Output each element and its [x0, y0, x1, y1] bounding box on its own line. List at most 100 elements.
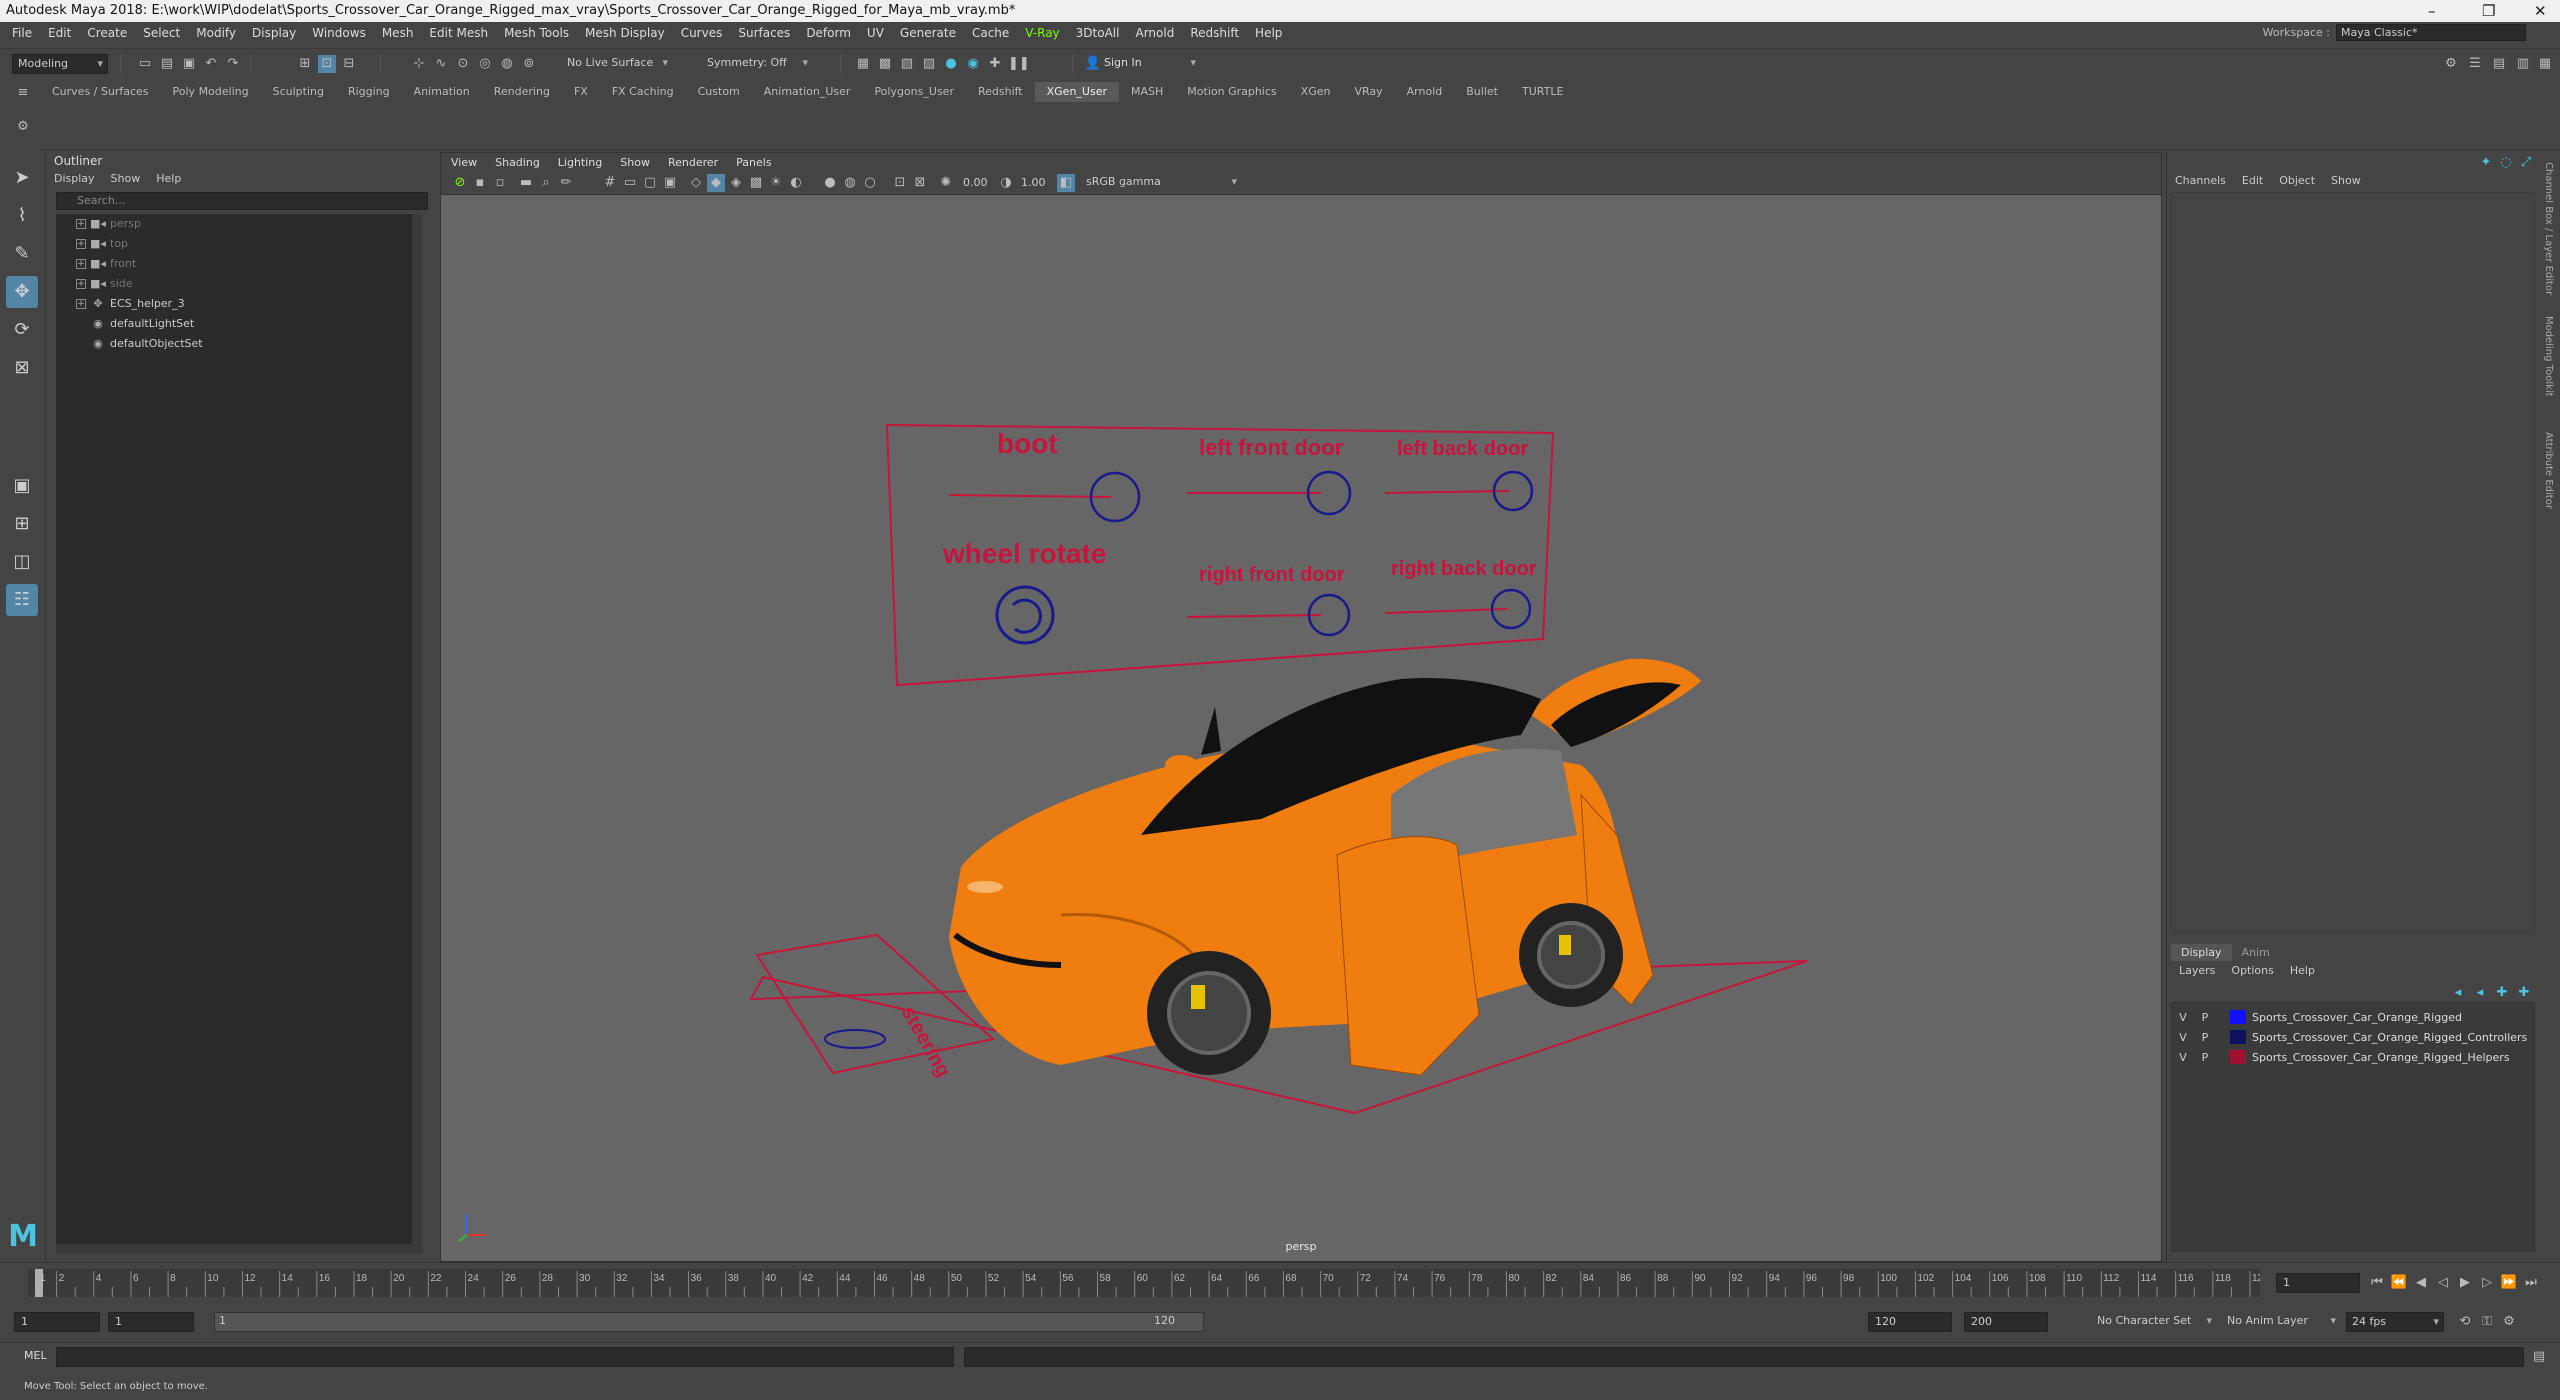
layer-color-swatch[interactable] — [2230, 1030, 2246, 1044]
move-layer-down-icon[interactable]: ◂ — [2471, 984, 2489, 1002]
playback-end-field[interactable]: 120 — [1868, 1312, 1952, 1332]
save-scene-icon[interactable]: ▣ — [180, 55, 198, 73]
menu-vray[interactable]: V-Ray — [1017, 26, 1067, 40]
layer-playback-toggle[interactable]: P — [2194, 1031, 2216, 1044]
time-slider-track[interactable]: 1246810121416182022242628303234363840424… — [28, 1269, 2269, 1297]
attribute-editor-icon[interactable]: ☰ — [2466, 55, 2484, 73]
anti-aliasing-icon[interactable]: ○ — [861, 174, 879, 192]
outliner-horizontal-scrollbar[interactable] — [56, 1244, 422, 1254]
new-layer-icon[interactable]: ✚ — [2515, 984, 2533, 1002]
outliner-menu-help[interactable]: Help — [156, 172, 181, 185]
viewport-menu-shading[interactable]: Shading — [495, 156, 540, 169]
menu-modify[interactable]: Modify — [188, 26, 244, 40]
ambient-occlusion-icon[interactable]: ● — [821, 174, 839, 192]
range-slider-bar[interactable]: 1 120 — [214, 1312, 1204, 1332]
menu-windows[interactable]: Windows — [304, 26, 374, 40]
textured-icon[interactable]: ▩ — [747, 174, 765, 192]
car-side-mirror[interactable] — [1165, 755, 1197, 775]
channel-box-refresh-icon[interactable]: ◌ — [2497, 154, 2515, 172]
gamma-value[interactable]: 1.00 — [1021, 176, 1046, 189]
viewport-menu-panels[interactable]: Panels — [736, 156, 771, 169]
go-to-end-icon[interactable]: ⏭ — [2522, 1274, 2540, 1292]
modeling-toolkit-icon[interactable]: ⚙ — [2442, 55, 2460, 73]
layer-visibility-toggle[interactable]: V — [2172, 1031, 2194, 1044]
menu-surfaces[interactable]: Surfaces — [730, 26, 798, 40]
render-view-icon[interactable]: ▨ — [920, 55, 938, 73]
vray-frame-buffer-icon[interactable]: ✚ — [986, 55, 1004, 73]
bookmarks-icon[interactable]: ▫ — [491, 174, 509, 192]
shelf-tab-rigging[interactable]: Rigging — [336, 82, 402, 102]
outliner-toggle-icon[interactable]: ▦ — [2536, 55, 2554, 73]
side-tab-channel-box[interactable]: Channel Box / Layer Editor — [2543, 162, 2554, 295]
step-forward-key-icon[interactable]: ⏩ — [2500, 1274, 2518, 1292]
close-button[interactable]: ✕ — [2534, 0, 2547, 22]
select-tool-icon[interactable]: ➤ — [6, 162, 38, 194]
layer-tab-anim[interactable]: Anim — [2232, 944, 2280, 961]
side-tab-attribute-editor[interactable]: Attribute Editor — [2543, 432, 2554, 509]
menu-create[interactable]: Create — [79, 26, 135, 40]
color-space-dropdown[interactable]: sRGB gamma — [1081, 173, 1241, 193]
shelf-settings-icon[interactable]: ⚙ — [14, 118, 32, 136]
animation-start-field[interactable]: 1 — [14, 1312, 100, 1332]
car-front-door-open[interactable] — [1336, 836, 1480, 1076]
fps-dropdown[interactable]: 24 fps — [2346, 1312, 2444, 1332]
lights-icon[interactable]: ☀ — [767, 174, 785, 192]
menu-mesh-display[interactable]: Mesh Display — [577, 26, 673, 40]
channel-box-menu-object[interactable]: Object — [2279, 174, 2315, 187]
shelf-tab-xgen[interactable]: XGen — [1289, 82, 1343, 102]
live-surface-dropdown[interactable]: No Live Surface — [562, 54, 672, 74]
new-layer-from-selected-icon[interactable]: ✚ — [2493, 984, 2511, 1002]
channel-box-option-icon[interactable]: ✦ — [2477, 154, 2495, 172]
wheel-rotate-controller[interactable] — [995, 585, 1055, 645]
shelf-menu-icon[interactable]: ≡ — [14, 84, 32, 102]
smooth-shade-icon[interactable]: ◆ — [707, 174, 725, 192]
snap-point-icon[interactable]: ⊙ — [454, 55, 472, 73]
menu-mesh[interactable]: Mesh — [374, 26, 422, 40]
current-time-indicator[interactable] — [35, 1269, 43, 1297]
menu-display[interactable]: Display — [244, 26, 304, 40]
animation-end-field[interactable]: 200 — [1964, 1312, 2048, 1332]
menu-set-dropdown[interactable]: Modeling — [12, 54, 108, 74]
outliner-item-top[interactable]: + ■◂ top — [76, 234, 128, 254]
shelf-tab-fx[interactable]: FX — [562, 82, 600, 102]
snap-projected-icon[interactable]: ◎ — [476, 55, 494, 73]
menu-uv[interactable]: UV — [859, 26, 892, 40]
layer-playback-toggle[interactable]: P — [2194, 1051, 2216, 1064]
image-plane-icon[interactable]: ▬ — [517, 174, 535, 192]
film-gate-icon[interactable]: ▭ — [621, 174, 639, 192]
workspace-dropdown[interactable]: Maya Classic* — [2336, 24, 2526, 41]
move-layer-up-icon[interactable]: ◂ — [2449, 984, 2467, 1002]
outliner-menu-show[interactable]: Show — [111, 172, 141, 185]
outliner-item-default-light-set[interactable]: ◉ defaultLightSet — [90, 314, 194, 334]
exposure-value[interactable]: 0.00 — [963, 176, 988, 189]
menu-edit[interactable]: Edit — [40, 26, 79, 40]
layer-menu-help[interactable]: Help — [2290, 964, 2315, 977]
isolate-select-icon[interactable]: ⊡ — [891, 174, 909, 192]
select-camera-icon[interactable]: ⊘ — [451, 174, 469, 192]
viewport-scene[interactable]: steering boot left front door left back … — [441, 195, 2161, 1261]
tool-settings-icon[interactable]: ▤ — [2490, 55, 2508, 73]
expand-icon[interactable]: + — [76, 299, 86, 309]
shelf-tab-turtle[interactable]: TURTLE — [1510, 82, 1575, 102]
color-management-icon[interactable]: ◧ — [1057, 174, 1075, 192]
menu-file[interactable]: File — [4, 26, 40, 40]
snap-curve-icon[interactable]: ∿ — [432, 55, 450, 73]
wireframe-icon[interactable]: ◇ — [687, 174, 705, 192]
paint-select-tool-icon[interactable]: ✎ — [6, 238, 38, 270]
grease-pencil-icon[interactable]: ✏ — [557, 174, 575, 192]
channel-box-menu-channels[interactable]: Channels — [2175, 174, 2226, 187]
auto-key-icon[interactable]: ⚿ — [2478, 1313, 2496, 1331]
viewport-menu-lighting[interactable]: Lighting — [558, 156, 602, 169]
layer-row[interactable]: V P Sports_Crossover_Car_Orange_Rigged_H… — [2172, 1047, 2534, 1067]
select-object-icon[interactable]: ⊡ — [318, 55, 336, 73]
channel-box-menu-edit[interactable]: Edit — [2242, 174, 2263, 187]
menu-3dtoall[interactable]: 3DtoAll — [1068, 26, 1128, 40]
maximize-button[interactable]: ❐ — [2482, 0, 2495, 22]
channel-box-float-icon[interactable]: ⤢ — [2517, 154, 2535, 172]
menu-generate[interactable]: Generate — [892, 26, 964, 40]
layer-color-swatch[interactable] — [2230, 1050, 2246, 1064]
layer-visibility-toggle[interactable]: V — [2172, 1051, 2194, 1064]
exposure-icon[interactable]: ✺ — [937, 174, 955, 192]
rotate-tool-icon[interactable]: ⟳ — [6, 314, 38, 346]
step-forward-frame-icon[interactable]: ▷ — [2478, 1274, 2496, 1292]
